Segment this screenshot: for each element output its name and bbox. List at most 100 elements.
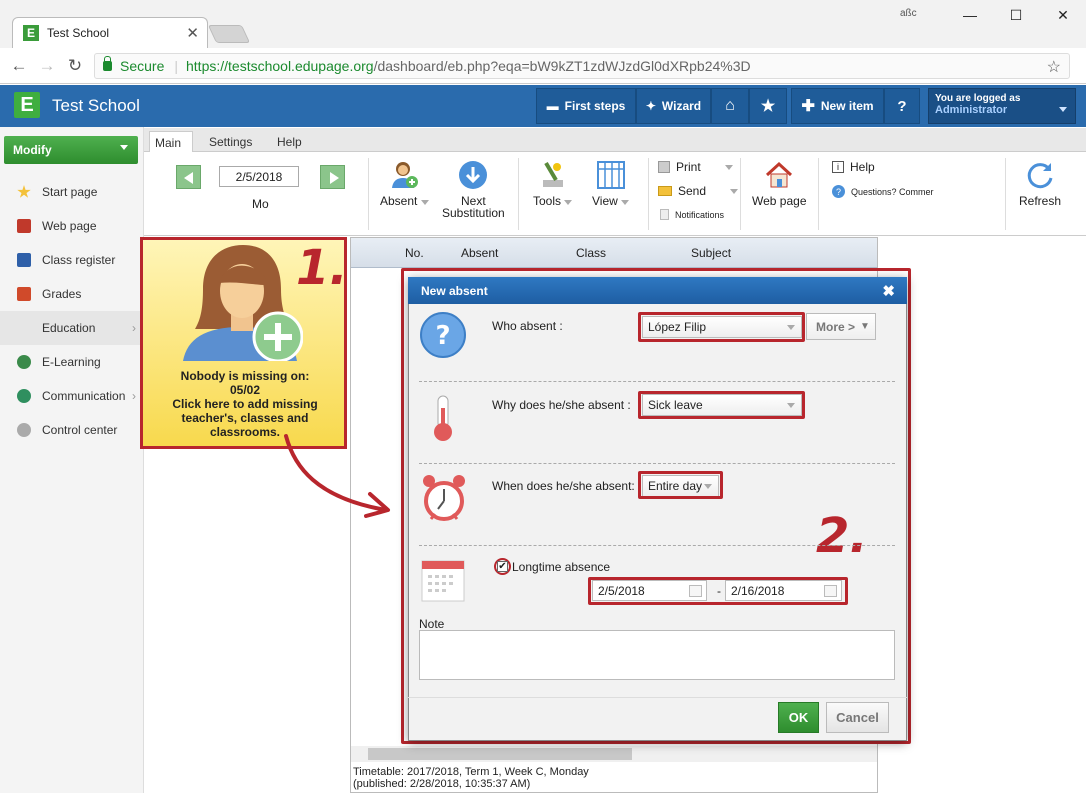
- web-page-button[interactable]: Web page: [752, 160, 807, 208]
- account-menu[interactable]: You are logged as Administrator: [928, 88, 1076, 124]
- reload-icon[interactable]: ↻: [64, 55, 86, 77]
- modify-button[interactable]: Modify: [4, 136, 138, 164]
- back-icon[interactable]: ←: [8, 55, 30, 77]
- divider: [518, 158, 519, 230]
- edupage-logo-icon[interactable]: E: [14, 92, 40, 118]
- tools-button[interactable]: Tools: [533, 160, 573, 208]
- nobody-missing-text: Nobody is missing on: 05/02 Click here t…: [172, 369, 318, 439]
- profile-icon[interactable]: aßc: [900, 8, 917, 19]
- sidebar-item-class-register[interactable]: Class register: [0, 243, 144, 277]
- walking-icon: ✦: [645, 99, 656, 113]
- next-substitution-button[interactable]: Next Substitution: [442, 160, 505, 220]
- column-absent[interactable]: Absent: [461, 246, 498, 260]
- questions-link[interactable]: ? Questions? Commer: [832, 185, 942, 198]
- home-icon: ⌂: [725, 97, 735, 114]
- chevron-down-icon: [120, 145, 128, 150]
- previous-day-button[interactable]: [176, 165, 201, 189]
- divider: [408, 697, 907, 698]
- chevron-down-icon: [420, 200, 429, 205]
- forward-icon[interactable]: →: [36, 55, 58, 77]
- annotation-arrow-icon: [284, 434, 390, 518]
- ok-button[interactable]: OK: [778, 702, 819, 733]
- minimize-icon[interactable]: —: [947, 0, 993, 30]
- keyboard-icon: ▬: [546, 99, 559, 113]
- step-one-annotation: 1.: [296, 240, 348, 296]
- note-label: Note: [419, 617, 445, 631]
- teacher-avatar-icon: [183, 245, 303, 361]
- next-day-button[interactable]: [320, 165, 345, 189]
- why-highlight: [638, 391, 805, 419]
- help-button[interactable]: ?: [884, 88, 920, 124]
- refresh-icon: [1027, 163, 1053, 189]
- home-button[interactable]: ⌂: [711, 88, 749, 124]
- note-textarea[interactable]: [419, 630, 895, 680]
- question-icon: ?: [832, 185, 845, 198]
- url-separator: |: [174, 58, 178, 74]
- divider: [818, 158, 819, 230]
- first-steps-button[interactable]: ▬ First steps: [536, 88, 636, 124]
- day-label: Mo: [252, 197, 269, 211]
- table-view-icon: [596, 161, 625, 189]
- grid-header: [351, 238, 877, 268]
- tab-settings[interactable]: Settings: [198, 131, 263, 152]
- school-icon: [17, 219, 31, 233]
- home-icon: [766, 161, 793, 188]
- absent-button[interactable]: Absent: [380, 160, 429, 208]
- maximize-icon[interactable]: ☐: [993, 0, 1039, 30]
- why-absent-label: Why does he/she absent :: [492, 398, 631, 412]
- view-button[interactable]: View: [592, 160, 630, 208]
- column-no[interactable]: No.: [405, 246, 424, 260]
- notification-icon: [660, 209, 669, 220]
- send-button[interactable]: Send: [658, 184, 739, 198]
- date-range-highlight: [588, 577, 848, 605]
- sidebar-item-education[interactable]: Education ›: [0, 311, 144, 345]
- question-icon: ?: [420, 312, 466, 358]
- chevron-down-icon: ▼: [860, 321, 870, 332]
- longtime-absence-checkbox[interactable]: ✔: [497, 561, 508, 572]
- logged-user: Administrator: [935, 104, 1008, 116]
- thermometer-icon: [434, 395, 452, 441]
- refresh-button[interactable]: Refresh: [1019, 160, 1061, 208]
- column-class[interactable]: Class: [576, 246, 606, 260]
- tab-main[interactable]: Main: [149, 131, 194, 153]
- column-subject[interactable]: Subject: [691, 246, 731, 260]
- dialog-title: New absent: [421, 283, 488, 298]
- chevron-right-icon: ›: [132, 389, 136, 403]
- new-item-button[interactable]: ✚ New item: [791, 88, 884, 124]
- sidebar-item-web-page[interactable]: Web page: [0, 209, 144, 243]
- divider: [1005, 158, 1006, 230]
- close-dialog-icon[interactable]: ✖: [882, 282, 895, 300]
- cancel-button[interactable]: Cancel: [826, 702, 889, 733]
- alarm-clock-icon: [423, 475, 465, 521]
- date-field[interactable]: 2/5/2018: [219, 166, 299, 187]
- sidebar-item-control-center[interactable]: Control center: [0, 413, 144, 447]
- notifications-button[interactable]: Notifications: [660, 209, 724, 220]
- printer-icon: [658, 161, 670, 173]
- help-link[interactable]: i Help: [832, 160, 875, 174]
- scrollbar-thumb[interactable]: [368, 748, 632, 760]
- app-title: Test School: [52, 96, 140, 115]
- wizard-button[interactable]: ✦ Wizard: [636, 88, 711, 124]
- browser-tab[interactable]: E Test School ✕: [12, 17, 208, 48]
- sidebar-item-e-learning[interactable]: E-Learning: [0, 345, 144, 379]
- tab-help[interactable]: Help: [266, 131, 313, 152]
- sidebar-item-communication[interactable]: Communication ›: [0, 379, 144, 413]
- longtime-absence-label: Longtime absence: [512, 560, 611, 574]
- secure-label: Secure: [120, 58, 165, 74]
- bookmark-star-icon[interactable]: ☆: [1047, 57, 1061, 77]
- close-tab-icon[interactable]: ✕: [186, 24, 199, 42]
- sidebar-item-start-page[interactable]: Start page: [0, 175, 144, 209]
- tools-icon: [542, 161, 563, 187]
- print-button[interactable]: Print: [658, 160, 733, 174]
- favorites-button[interactable]: ★: [749, 88, 787, 124]
- globe-icon: [17, 355, 31, 369]
- close-window-icon[interactable]: ✕: [1040, 0, 1086, 30]
- step-two-annotation: 2.: [816, 508, 868, 564]
- sidebar-item-grades[interactable]: Grades: [0, 277, 144, 311]
- more-button[interactable]: More > ▼: [806, 313, 876, 340]
- chevron-down-icon: [724, 164, 733, 170]
- url-host: https://testschool.edupage.org: [186, 58, 374, 74]
- arrow-down-circle-icon: [459, 161, 488, 189]
- url-input[interactable]: Secure | https://testschool.edupage.org …: [94, 53, 1070, 79]
- communication-icon: [17, 389, 31, 403]
